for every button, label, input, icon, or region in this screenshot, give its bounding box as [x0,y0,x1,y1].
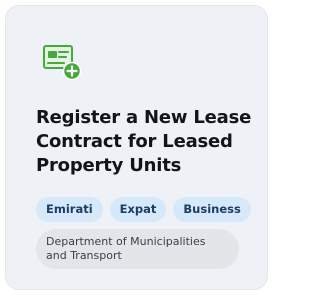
tag-expat: Expat [109,197,167,222]
audience-tags: Emirati Expat Business [36,197,251,222]
service-title: Register a New Lease Contract for Leased… [36,107,252,176]
department-badge: Department of Municipalities and Transpo… [36,229,239,269]
service-card[interactable]: Register a New Lease Contract for Leased… [5,5,268,290]
contract-add-icon [42,44,82,82]
tag-business: Business [173,197,251,222]
tag-emirati: Emirati [36,197,103,222]
